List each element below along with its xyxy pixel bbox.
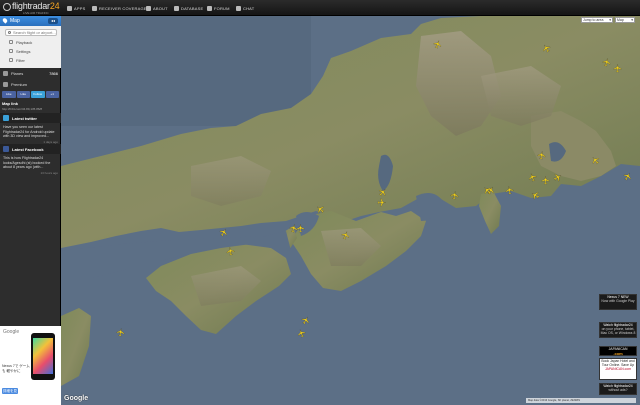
chat-icon (236, 5, 241, 11)
collapse-icon[interactable]: ◂◂ (48, 18, 58, 24)
sidebar-item-premium[interactable]: Premium (0, 79, 61, 91)
aircraft-marker-icon[interactable] (541, 176, 550, 185)
jump-to-area-dropdown[interactable]: Jump to area (581, 17, 613, 23)
nexus-ad[interactable]: Nexus 7 NEW Now with Google Play (599, 294, 637, 310)
twitter-icon (3, 115, 9, 121)
playback-icon (9, 40, 13, 44)
nav-about[interactable]: ABOUT (146, 4, 168, 12)
ad-text: Nexus 7で ゲームも 軽やかに (2, 364, 30, 373)
japanican-ad[interactable]: Book Japan Hotel and Tour Online. Save U… (599, 358, 637, 380)
twitter-feed-header: Latest twitter (0, 113, 61, 123)
aircraft-marker-icon[interactable] (449, 190, 459, 200)
google-plus-button[interactable]: +1 (45, 91, 59, 98)
map-link-section: Map link http://fr24.com/34.89,135.86/8 (2, 101, 59, 111)
search-input[interactable] (13, 30, 57, 35)
terrain-map (61, 16, 640, 405)
facebook-like-button[interactable]: Like (2, 91, 16, 98)
twitter-follow-button[interactable]: Follow (31, 91, 45, 98)
aircraft-marker-icon[interactable] (504, 185, 514, 195)
twitter-feed-item[interactable]: Have you seen our latest Flightradar24 f… (3, 125, 58, 144)
map-pin-icon (1, 17, 9, 24)
phone-icon (67, 5, 72, 11)
top-navigation-bar: flightradar24 LIVE AIR TRAFFIC APPS RECE… (0, 0, 640, 16)
ad-brand: Google (3, 329, 20, 335)
nav-forum[interactable]: FORUM (207, 4, 230, 12)
google-logo: Google (64, 395, 89, 402)
search-box (5, 29, 57, 36)
nav-chat[interactable]: CHAT (236, 4, 254, 12)
plane-icon (3, 71, 8, 76)
japanican-banner[interactable]: JAPANICAN .com (599, 346, 637, 356)
aircraft-marker-icon[interactable] (536, 150, 546, 160)
social-buttons: Like Like Follow +1 (2, 91, 59, 98)
filter-icon (9, 58, 13, 62)
ad-details-button[interactable]: 詳細を見る (2, 388, 18, 399)
facebook-feed-item[interactable]: This is how Flightradar24 looks/Agesdhi … (3, 156, 58, 175)
sidebar-tab-map[interactable]: Map ◂◂ (0, 16, 61, 26)
facebook-feed-header: Latest Facebook (0, 144, 61, 154)
nav-receiver-coverage[interactable]: RECEIVER COVERAGE (92, 4, 147, 12)
logo-tagline: LIVE AIR TRAFFIC (23, 11, 49, 15)
aircraft-marker-icon[interactable] (377, 198, 386, 207)
aircraft-marker-icon[interactable] (115, 327, 125, 337)
logo-brand-text: flightradar24 (12, 1, 60, 11)
no-ads-ad[interactable]: Watch flightradar24 without ads? (599, 383, 637, 395)
map-view[interactable]: Jump to area Map Nexus 7 NEW Now with Go… (61, 16, 640, 405)
antenna-icon (92, 5, 97, 11)
gear-icon (9, 49, 13, 53)
map-link-title: Map link (2, 101, 19, 106)
nav-apps[interactable]: APPS (67, 4, 85, 12)
google-ad[interactable]: Google Nexus 7で ゲームも 軽やかに 詳細を見る (0, 326, 61, 405)
menu-item-settings[interactable]: Settings (9, 47, 30, 55)
info-icon (146, 5, 151, 11)
map-type-dropdown[interactable]: Map (615, 17, 635, 23)
map-controls: Jump to area Map (581, 17, 635, 23)
search-icon (8, 31, 11, 34)
forum-icon (207, 5, 212, 11)
aircraft-marker-icon[interactable] (613, 64, 622, 73)
map-link-url[interactable]: http://fr24.com/34.89,135.86/8 (2, 107, 59, 111)
radar-logo-icon (3, 3, 11, 11)
aircraft-marker-icon[interactable] (225, 246, 235, 256)
nav-database[interactable]: DATABASE (174, 4, 203, 12)
tablet-image (31, 333, 55, 380)
premium-icon (3, 82, 8, 87)
watch-fr24-ad[interactable]: Watch flightradar24 on your phone, table… (599, 322, 637, 338)
menu-item-filter[interactable]: Filter (9, 56, 25, 64)
flightradar24-logo[interactable]: flightradar24 LIVE AIR TRAFFIC (3, 1, 61, 15)
map-options-panel: Playback Settings Filter (0, 26, 61, 68)
database-icon (174, 5, 179, 11)
facebook-like-button-2[interactable]: Like (16, 91, 30, 98)
menu-item-playback[interactable]: Playback (9, 38, 32, 46)
map-attribution: Map data ©2013 Google, SK planet, ZENRIN (526, 398, 636, 403)
facebook-icon (3, 146, 9, 152)
plane-count: 7866 (49, 71, 58, 76)
